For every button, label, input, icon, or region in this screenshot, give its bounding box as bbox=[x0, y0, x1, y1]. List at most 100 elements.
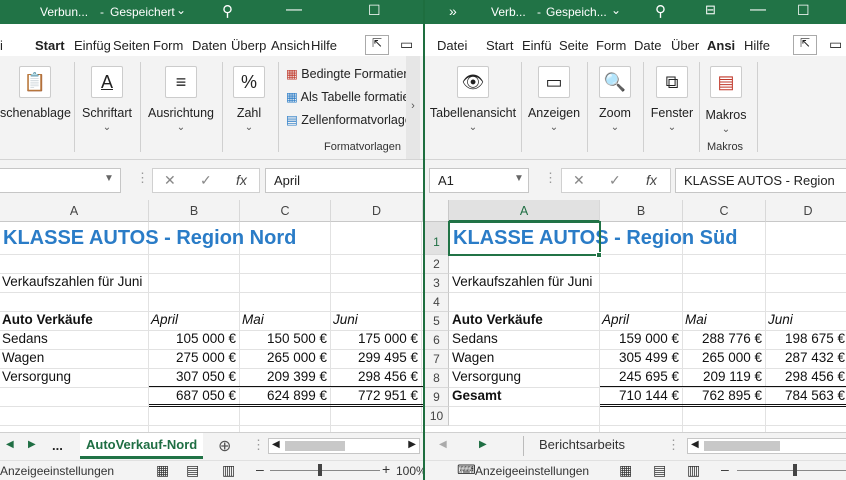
scroll-left-icon[interactable]: ◀ bbox=[6, 439, 14, 450]
zoom-slider[interactable] bbox=[270, 470, 380, 471]
chevron-down-icon[interactable]: ⌄ bbox=[176, 3, 186, 17]
clipboard-button[interactable]: 📋 schenablage bbox=[0, 66, 71, 120]
page-layout-icon[interactable]: ▤ bbox=[186, 462, 199, 479]
cell-value[interactable]: 245 695 € bbox=[600, 369, 679, 384]
row-header[interactable]: 5 bbox=[425, 312, 449, 331]
row-header[interactable]: 2 bbox=[425, 255, 449, 274]
display-settings-button[interactable]: Anzeigeeinstellungen bbox=[0, 464, 114, 478]
font-button[interactable]: A Schriftart ⌄ bbox=[78, 66, 136, 133]
share-icon[interactable]: ⇱ bbox=[365, 35, 389, 55]
page-break-icon[interactable]: ▥ bbox=[222, 462, 235, 479]
cancel-icon[interactable]: ✕ bbox=[573, 172, 585, 189]
cell-value[interactable]: 288 776 € bbox=[683, 331, 762, 346]
tab-daten[interactable]: Daten bbox=[192, 38, 227, 53]
tab-formeln[interactable]: Form bbox=[596, 38, 626, 53]
zoom-level[interactable]: 100% bbox=[396, 464, 423, 478]
sheet-title[interactable]: KLASSE AUTOS - Region Nord bbox=[3, 227, 296, 250]
number-button[interactable]: % Zahl ⌄ bbox=[226, 66, 272, 133]
search-icon[interactable]: ⚲ bbox=[222, 2, 233, 20]
row-label[interactable]: Wagen bbox=[452, 350, 494, 365]
sheet-view-button[interactable]: 👁 Tabellenansicht ⌄ bbox=[429, 66, 517, 133]
cell-value[interactable]: 307 050 € bbox=[149, 369, 236, 384]
tab-hilfe[interactable]: Hilfe bbox=[311, 38, 337, 53]
cell-value[interactable]: 298 456 € bbox=[331, 369, 418, 384]
scroll-left-icon[interactable]: ◀ bbox=[439, 439, 447, 450]
tab-seitenlayout[interactable]: Seite bbox=[559, 38, 589, 53]
header-juni[interactable]: Juni bbox=[768, 312, 793, 327]
total-value[interactable]: 784 563 € bbox=[766, 388, 845, 403]
cell-value[interactable]: 209 119 € bbox=[683, 369, 762, 384]
cell-value[interactable]: 209 399 € bbox=[240, 369, 327, 384]
cell-value[interactable]: 150 500 € bbox=[240, 331, 327, 346]
cell-value[interactable]: 299 495 € bbox=[331, 350, 418, 365]
display-settings-button[interactable]: Anzeigeeinstellungen bbox=[475, 464, 589, 478]
row-label[interactable]: Sedans bbox=[452, 331, 498, 346]
cell-value[interactable]: 305 499 € bbox=[600, 350, 679, 365]
sheet-tab-berichtsarbeits[interactable]: Berichtsarbeits bbox=[533, 433, 631, 459]
function-icon[interactable]: fx bbox=[236, 172, 247, 188]
column-header-d[interactable]: D bbox=[331, 200, 423, 222]
scroll-thumb[interactable] bbox=[285, 441, 345, 451]
more-commands-icon[interactable]: » bbox=[449, 3, 457, 19]
chevron-down-icon[interactable]: ▼ bbox=[514, 173, 524, 184]
total-value[interactable]: 687 050 € bbox=[149, 388, 236, 403]
horizontal-scrollbar[interactable]: ◀ bbox=[687, 438, 846, 454]
scroll-right-icon[interactable]: ▶ bbox=[408, 439, 416, 450]
cell-value[interactable]: 265 000 € bbox=[683, 350, 762, 365]
zoom-button[interactable]: 🔍 Zoom ⌄ bbox=[591, 66, 639, 133]
ribbon-scroll-right[interactable]: › bbox=[406, 56, 420, 159]
column-header-b[interactable]: B bbox=[149, 200, 240, 222]
header-mai[interactable]: Mai bbox=[685, 312, 707, 327]
alignment-button[interactable]: ≡ Ausrichtung ⌄ bbox=[144, 66, 218, 133]
row-label[interactable]: Versorgung bbox=[2, 369, 71, 384]
cell-value[interactable]: 105 000 € bbox=[149, 331, 236, 346]
scroll-left-icon[interactable]: ◀ bbox=[691, 439, 699, 450]
normal-view-icon[interactable]: ▦ bbox=[156, 462, 169, 479]
tab-partial[interactable]: i bbox=[0, 38, 3, 53]
horizontal-scrollbar[interactable]: ◀ ▶ bbox=[268, 438, 420, 454]
column-header-b[interactable]: B bbox=[600, 200, 683, 222]
maximize-icon[interactable]: ☐ bbox=[797, 2, 810, 19]
search-icon[interactable]: ⚲ bbox=[655, 2, 666, 20]
format-as-table-button[interactable]: ▦ Als Tabelle formatieren bbox=[286, 89, 406, 112]
column-header-d[interactable]: D bbox=[766, 200, 846, 222]
comment-icon[interactable]: ▭ bbox=[829, 36, 842, 53]
tab-ueberpruefen[interactable]: Über bbox=[671, 38, 699, 53]
zoom-slider[interactable] bbox=[737, 470, 846, 471]
cell-value[interactable]: 175 000 € bbox=[331, 331, 418, 346]
header-label[interactable]: Auto Verkäufe bbox=[452, 312, 543, 327]
column-header-c[interactable]: C bbox=[240, 200, 331, 222]
row-header[interactable]: 8 bbox=[425, 369, 449, 388]
conditional-formatting-button[interactable]: ▦ Bedingte Formatierung bbox=[286, 66, 406, 89]
row-header[interactable]: 4 bbox=[425, 293, 449, 312]
cell-value[interactable]: 198 675 € bbox=[766, 331, 845, 346]
function-icon[interactable]: fx bbox=[646, 172, 657, 188]
ribbon-display-icon[interactable]: ⊟ bbox=[705, 2, 716, 18]
total-value[interactable]: 772 951 € bbox=[331, 388, 418, 403]
name-box[interactable] bbox=[0, 168, 121, 193]
row-header[interactable]: 9 bbox=[425, 388, 449, 407]
normal-view-icon[interactable]: ▦ bbox=[619, 462, 632, 479]
window-button[interactable]: ⧉ Fenster ⌄ bbox=[647, 66, 697, 133]
cancel-icon[interactable]: ✕ bbox=[164, 172, 176, 189]
sheet-tab-autoverkauf-nord[interactable]: AutoVerkauf-Nord bbox=[80, 433, 204, 459]
header-mai[interactable]: Mai bbox=[242, 312, 264, 327]
header-label[interactable]: Auto Verkäufe bbox=[2, 312, 93, 327]
add-sheet-icon[interactable]: ⊕ bbox=[218, 436, 231, 456]
row-header[interactable]: 1 bbox=[425, 222, 449, 255]
zoom-slider-thumb[interactable] bbox=[793, 464, 797, 476]
total-value[interactable]: 624 899 € bbox=[240, 388, 327, 403]
row-label[interactable]: Wagen bbox=[2, 350, 44, 365]
scroll-right-icon[interactable]: ▶ bbox=[479, 439, 487, 450]
row-label[interactable]: Versorgung bbox=[452, 369, 521, 384]
page-layout-icon[interactable]: ▤ bbox=[653, 462, 666, 479]
formula-input[interactable]: KLASSE AUTOS - Region bbox=[675, 168, 846, 193]
enter-icon[interactable]: ✓ bbox=[200, 172, 212, 189]
zoom-slider-thumb[interactable] bbox=[318, 464, 322, 476]
tab-ueberpruefen[interactable]: Überp bbox=[231, 38, 266, 53]
total-label[interactable]: Gesamt bbox=[452, 388, 502, 403]
row-label[interactable]: Sedans bbox=[2, 331, 48, 346]
cell-value[interactable]: 287 432 € bbox=[766, 350, 845, 365]
sheet-subtitle[interactable]: Verkaufszahlen für Juni bbox=[452, 274, 592, 289]
row-header[interactable]: 3 bbox=[425, 274, 449, 293]
